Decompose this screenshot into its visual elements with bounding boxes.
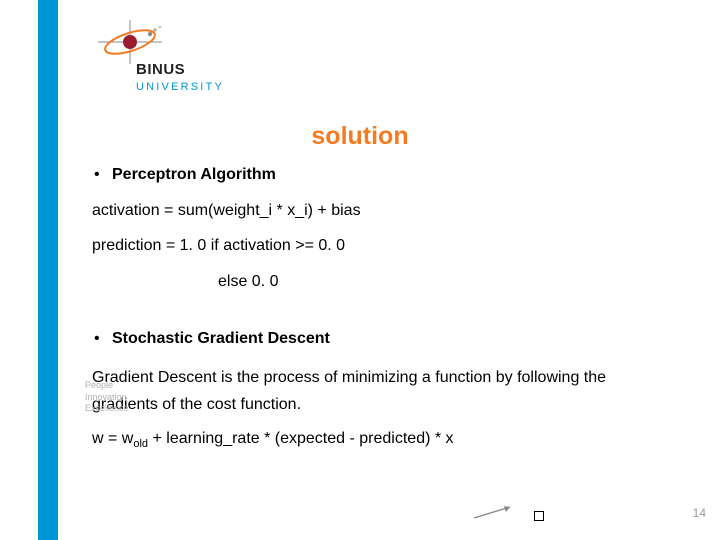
bullet-dot: •	[92, 164, 112, 186]
weight-update-formula: w = wold + learning_rate * (expected - p…	[92, 428, 652, 452]
prediction-line: prediction = 1. 0 if activation >= 0. 0	[92, 235, 652, 257]
tagline-l1: People	[85, 380, 129, 392]
page-number: 14	[693, 506, 706, 520]
annotation-mark	[470, 503, 544, 526]
square-icon	[534, 511, 544, 521]
bullet-perceptron: • Perceptron Algorithm	[92, 164, 652, 186]
bullet-label: Perceptron Algorithm	[112, 164, 276, 186]
bullet-sgd: • Stochastic Gradient Descent	[92, 328, 652, 350]
else-line: else 0. 0	[92, 271, 652, 293]
arrow-icon	[470, 503, 530, 521]
slide-title: solution	[0, 122, 720, 151]
formula-pre: w = w	[92, 430, 133, 447]
formula-post: + learning_rate * (expected - predicted)…	[148, 430, 454, 447]
bullet-dot: •	[92, 328, 112, 350]
formula-sub: old	[133, 439, 148, 451]
brand-name-bottom: UNIVERSITY	[136, 81, 224, 93]
brand-name-top: BINUS	[136, 61, 185, 78]
tagline-l2: Innovation	[85, 392, 129, 404]
activation-line: activation = sum(weight_i * x_i) + bias	[92, 200, 652, 222]
sgd-description: Gradient Descent is the process of minim…	[92, 364, 652, 418]
binus-logo-icon: BINUS UNIVERSITY	[90, 20, 240, 100]
tagline-l3: Excellence	[85, 403, 129, 415]
tagline: People Innovation Excellence	[85, 380, 129, 415]
sidebar-accent	[38, 0, 58, 540]
bullet-label: Stochastic Gradient Descent	[112, 328, 330, 350]
brand-logo: BINUS UNIVERSITY	[90, 20, 240, 100]
slide-body: • Perceptron Algorithm activation = sum(…	[92, 164, 652, 452]
